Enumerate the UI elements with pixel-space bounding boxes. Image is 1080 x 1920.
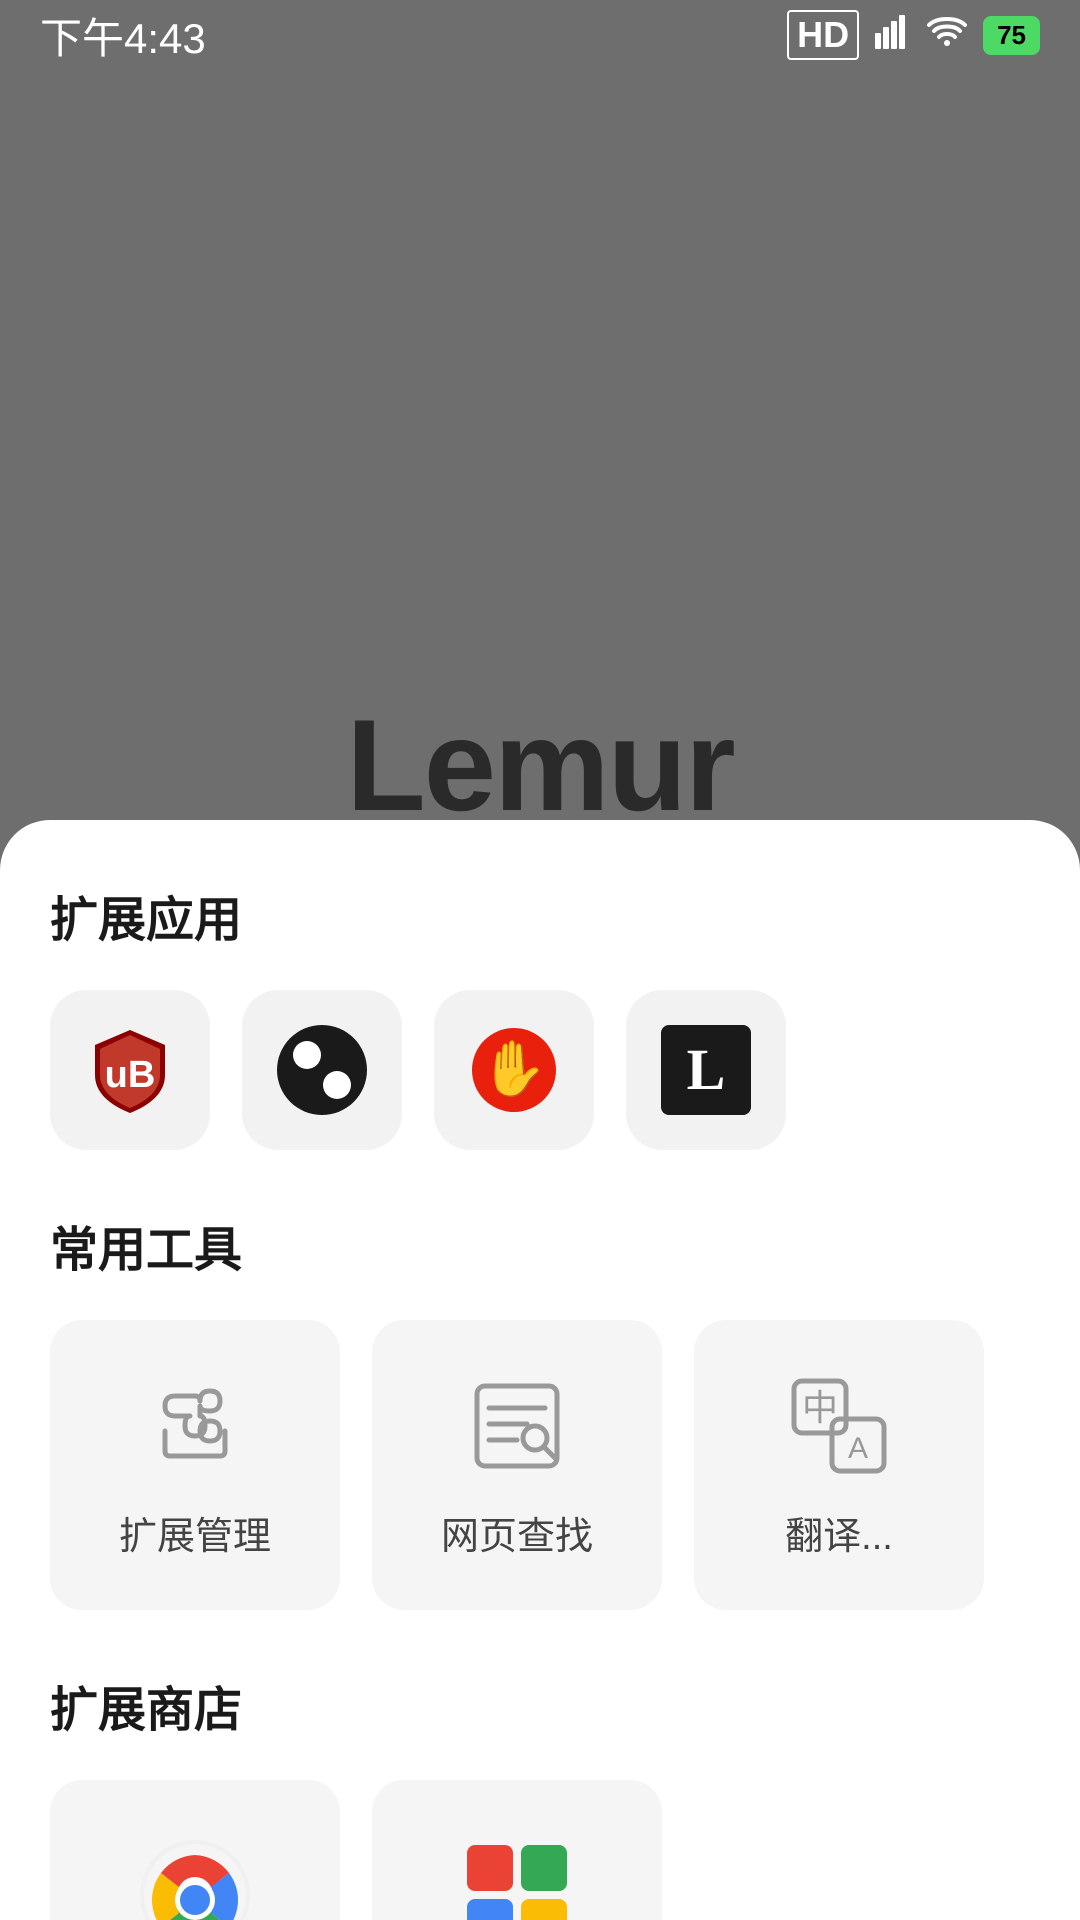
tools-title: 常用工具 — [50, 1210, 1030, 1280]
app-title: Lemur — [346, 690, 733, 840]
page-find-label: 网页查找 — [441, 1505, 593, 1560]
edge-store-card[interactable]: Edge — [372, 1780, 662, 1920]
signal-icon — [875, 13, 911, 58]
ext-manage-icon — [140, 1371, 250, 1481]
svg-text:uB: uB — [105, 1054, 156, 1096]
page-find-icon — [462, 1371, 572, 1481]
edge-icon — [467, 1845, 567, 1920]
extensions-title: 扩展应用 — [50, 880, 1030, 950]
tools-row: 扩展管理 网页查找 — [50, 1320, 1030, 1610]
chrome-icon — [140, 1840, 250, 1920]
translate-card[interactable]: 中 A 翻译... — [694, 1320, 984, 1610]
bottom-sheet: 扩展应用 uB ✋ — [0, 820, 1080, 1920]
translate-label: 翻译... — [785, 1505, 893, 1560]
svg-text:✋: ✋ — [480, 1038, 547, 1099]
listly-icon: L — [661, 1025, 751, 1115]
hd-badge: HD — [787, 10, 859, 60]
battery-indicator: 75 — [983, 16, 1040, 55]
store-row: Chrome Edge — [50, 1780, 1030, 1920]
store-title: 扩展商店 — [50, 1670, 1030, 1740]
status-bar: 下午4:43 HD 75 — [0, 0, 1080, 70]
store-section: 扩展商店 — [50, 1670, 1030, 1920]
stophand-button[interactable]: ✋ — [434, 990, 594, 1150]
ext-manage-card[interactable]: 扩展管理 — [50, 1320, 340, 1610]
background-area: Lemur — [0, 0, 1080, 900]
status-time: 下午4:43 — [40, 5, 206, 66]
page-find-card[interactable]: 网页查找 — [372, 1320, 662, 1610]
listly-button[interactable]: L — [626, 990, 786, 1150]
ublock-button[interactable]: uB — [50, 990, 210, 1150]
status-icons: HD 75 — [787, 10, 1040, 60]
chrome-store-card[interactable]: Chrome — [50, 1780, 340, 1920]
canister-button[interactable] — [242, 990, 402, 1150]
extensions-section: 扩展应用 uB ✋ — [50, 880, 1030, 1150]
translate-icon: 中 A — [784, 1371, 894, 1481]
extensions-row: uB ✋ L — [50, 990, 1030, 1150]
svg-text:A: A — [848, 1432, 868, 1465]
tools-section: 常用工具 扩展管理 — [50, 1210, 1030, 1610]
ext-manage-label: 扩展管理 — [119, 1505, 271, 1560]
wifi-icon — [927, 13, 967, 58]
